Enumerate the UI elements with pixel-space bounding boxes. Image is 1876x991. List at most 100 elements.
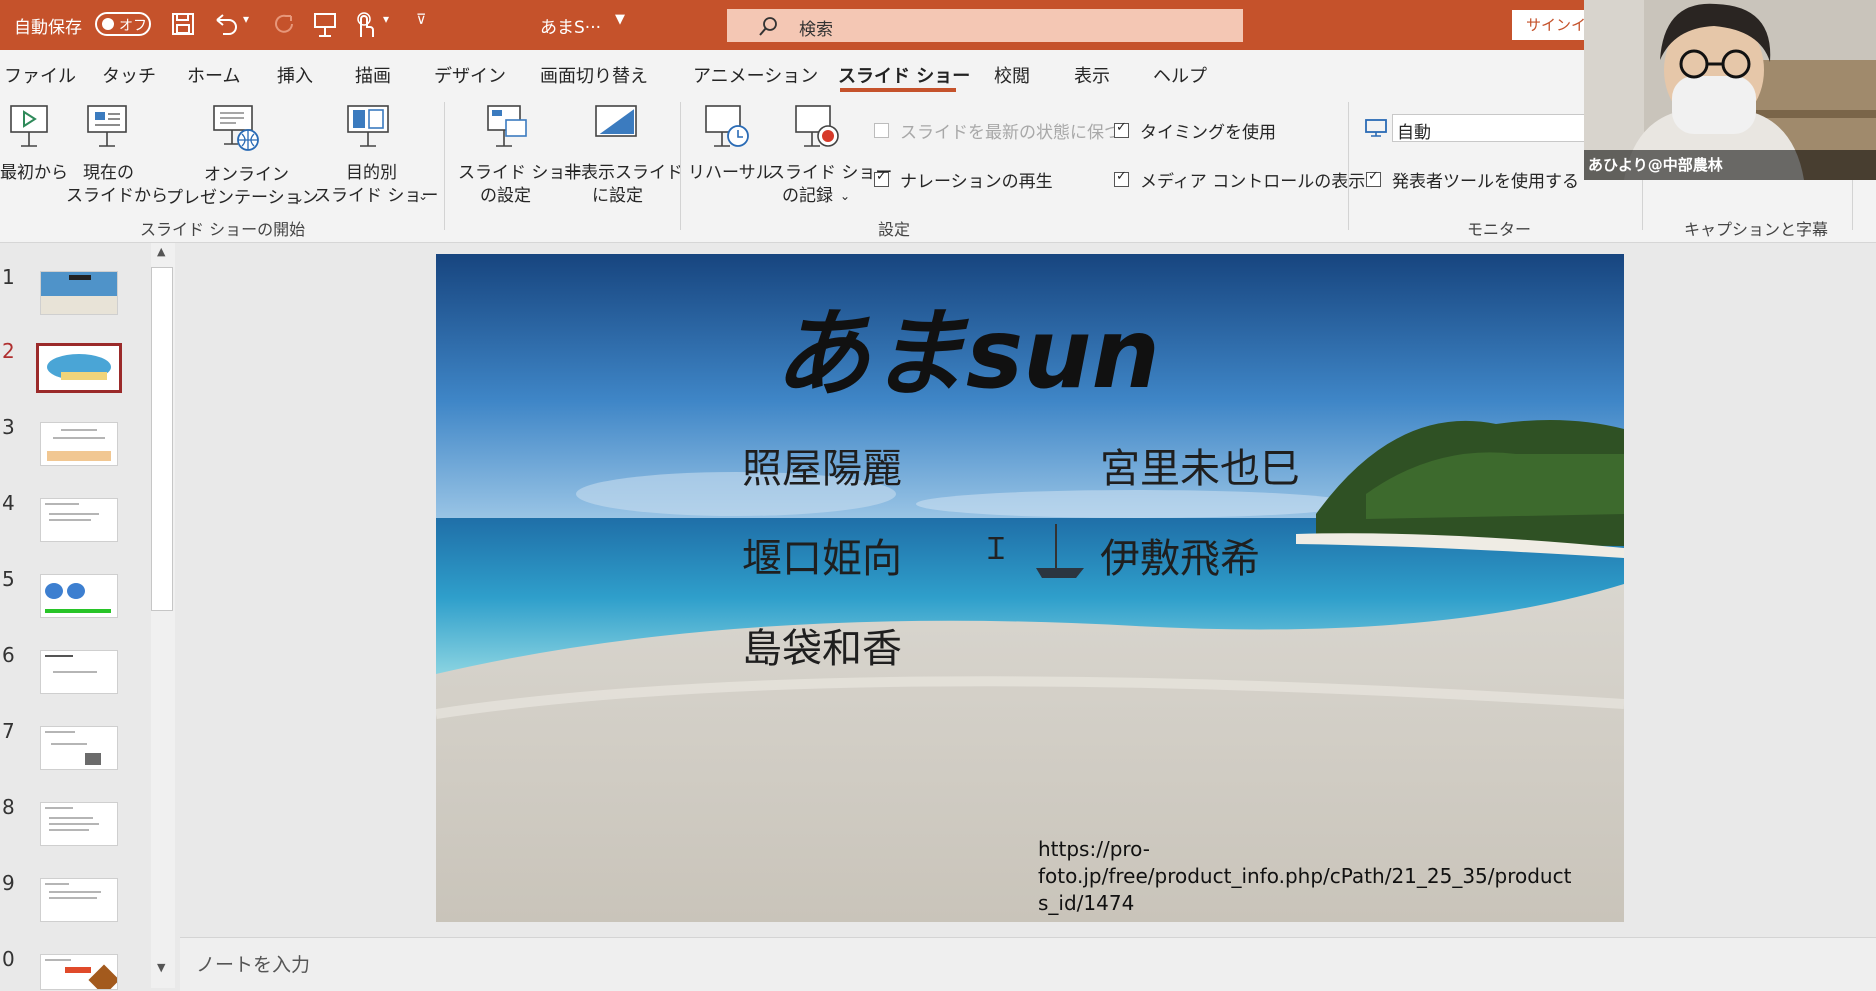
thumbnail-scrollbar[interactable]: ▲ ▼	[151, 243, 175, 988]
undo-icon[interactable]	[213, 12, 239, 36]
member-name[interactable]: 照屋陽麗	[742, 436, 902, 494]
credit-line-2: foto.jp/free/product_info.php/cPath/21_2…	[1038, 864, 1572, 888]
thumb-shape	[88, 964, 117, 989]
from-current-label-1: 現在の	[83, 163, 134, 183]
customize-qat-icon[interactable]: ⊽	[416, 12, 426, 28]
undo-dropdown-icon[interactable]: ▾	[243, 12, 249, 26]
credit-line-3: s_id/1474	[1038, 891, 1135, 915]
slide-thumbnail-4[interactable]	[40, 498, 118, 542]
keep-updated-checkbox[interactable]	[874, 123, 889, 138]
thumb-line	[49, 829, 89, 831]
member-name[interactable]: 伊敷飛希	[1100, 526, 1260, 584]
tab-slideshow[interactable]: スライド ショー	[838, 62, 970, 88]
slide-thumbnail-3[interactable]	[40, 422, 118, 466]
file-name[interactable]: あまS···	[540, 13, 601, 38]
slide-thumbnail-7[interactable]	[40, 726, 118, 770]
custom-slideshow-icon	[347, 105, 389, 147]
slide-number: 1	[2, 265, 15, 289]
scroll-down-icon[interactable]: ▼	[157, 961, 165, 974]
thumb-line	[53, 437, 105, 439]
scrollbar-thumb[interactable]	[151, 267, 173, 611]
play-narration-checkbox[interactable]: ✓	[874, 169, 889, 187]
use-timings-label: タイミングを使用	[1140, 123, 1276, 143]
tab-transitions[interactable]: 画面切り替え	[540, 62, 648, 88]
slide-number: 2	[2, 339, 15, 363]
from-current-label-2: スライドから	[66, 186, 168, 206]
presenter-view-label: 発表者ツールを使用する	[1392, 172, 1579, 192]
custom-slideshow-button[interactable]: 目的別 スライド ショー ⌄	[314, 104, 438, 214]
slide-number: 6	[2, 643, 15, 667]
tab-design[interactable]: デザイン	[434, 62, 506, 88]
from-start-button[interactable]: 最初から	[0, 104, 68, 204]
slide-thumbnail-5[interactable]	[40, 574, 118, 618]
filename-dropdown-icon[interactable]: ▼	[615, 12, 625, 27]
tab-touch[interactable]: タッチ	[102, 62, 156, 88]
tab-insert[interactable]: 挿入	[277, 62, 313, 88]
monitor-icon	[1365, 119, 1387, 137]
presenter-view-checkbox[interactable]: ✓	[1366, 169, 1381, 187]
group-label-start: スライド ショーの開始	[140, 220, 306, 239]
group-label-monitor: モニター	[1467, 220, 1532, 239]
monitor-select[interactable]: 自動	[1392, 114, 1592, 143]
thumb-bar	[45, 609, 111, 613]
online-presentation-button[interactable]: オンライン プレゼンテーション ⌄	[164, 104, 319, 214]
online-label-1: オンライン	[204, 165, 289, 185]
slide-thumbnail-10[interactable]	[40, 954, 118, 990]
thumb-line	[49, 817, 93, 819]
present-icon[interactable]	[313, 12, 337, 38]
show-media-checkbox[interactable]: ✓	[1114, 169, 1129, 187]
slide-thumbnail-2[interactable]	[36, 343, 122, 393]
setup-slideshow-button[interactable]: スライド ショー の設定	[456, 104, 582, 214]
slide-number: 8	[2, 795, 15, 819]
thumb-photo	[85, 753, 101, 765]
tab-review[interactable]: 校閲	[994, 62, 1030, 88]
rehearse-timings-button[interactable]: リハーサル	[686, 104, 773, 214]
tab-file[interactable]: ファイル	[4, 62, 76, 88]
slide-canvas[interactable]: あまsun 照屋陽麗 宮里未也巳 堰口姫向 伊敷飛希 島袋和香 Ｉ https:…	[436, 254, 1624, 922]
slide-thumbnail-6[interactable]	[40, 650, 118, 694]
image-credit[interactable]: https://pro- foto.jp/free/product_info.p…	[1038, 836, 1571, 917]
signin-button[interactable]: サインイ	[1512, 10, 1590, 40]
search-placeholder: 検索	[799, 20, 833, 40]
group-label-captions: キャプションと字幕	[1684, 220, 1829, 239]
use-timings-checkbox[interactable]: ✓	[1114, 120, 1129, 138]
record-label-2: の記録	[782, 186, 833, 206]
tab-animations[interactable]: アニメーション	[693, 62, 818, 88]
autosave-state: オフ	[119, 18, 147, 34]
text-cursor-icon: Ｉ	[981, 532, 1011, 567]
check-icon: ✓	[876, 169, 887, 184]
tab-view[interactable]: 表示	[1074, 62, 1110, 88]
group-separator	[444, 102, 445, 230]
member-name[interactable]: 堰口姫向	[742, 526, 902, 584]
member-name[interactable]: 島袋和香	[742, 616, 902, 674]
redo-icon[interactable]	[272, 12, 296, 36]
tab-help[interactable]: ヘルプ	[1153, 62, 1207, 88]
custom-dropdown-icon: ⌄	[418, 189, 429, 203]
webcam-name-bar: あひより@中部農林	[1584, 150, 1876, 180]
record-slideshow-button[interactable]: スライド ショー の記録 ⌄	[768, 104, 892, 214]
search-box[interactable]: 検索	[727, 9, 1243, 42]
slide-thumbnail-8[interactable]	[40, 802, 118, 846]
rehearse-icon	[705, 105, 749, 147]
hide-slide-button[interactable]: 非表示スライド に設定	[562, 104, 683, 214]
member-name[interactable]: 宮里未也巳	[1100, 436, 1300, 494]
touch-dropdown-icon[interactable]: ▾	[383, 12, 389, 26]
active-tab-indicator	[840, 88, 956, 92]
slide-number: 3	[2, 415, 15, 439]
notes-pane[interactable]: ノートを入力	[180, 937, 1876, 991]
slide-thumbnail-9[interactable]	[40, 878, 118, 922]
from-current-button[interactable]: 現在の スライドから	[66, 104, 168, 214]
from-current-icon	[87, 105, 127, 147]
rehearse-label: リハーサル	[688, 163, 773, 183]
tab-draw[interactable]: 描画	[355, 62, 391, 88]
tab-home[interactable]: ホーム	[187, 62, 240, 88]
scroll-up-icon[interactable]: ▲	[157, 245, 165, 258]
thumb-banner	[61, 372, 107, 380]
autosave-toggle[interactable]: オフ	[95, 12, 151, 36]
save-icon[interactable]	[172, 13, 194, 35]
thumb-line	[45, 883, 69, 885]
hide-label-1: 非表示スライド	[564, 163, 683, 183]
slide-title[interactable]: あまsun	[774, 276, 1160, 415]
touch-mode-icon[interactable]	[352, 11, 376, 39]
slide-thumbnail-1[interactable]	[40, 271, 118, 315]
